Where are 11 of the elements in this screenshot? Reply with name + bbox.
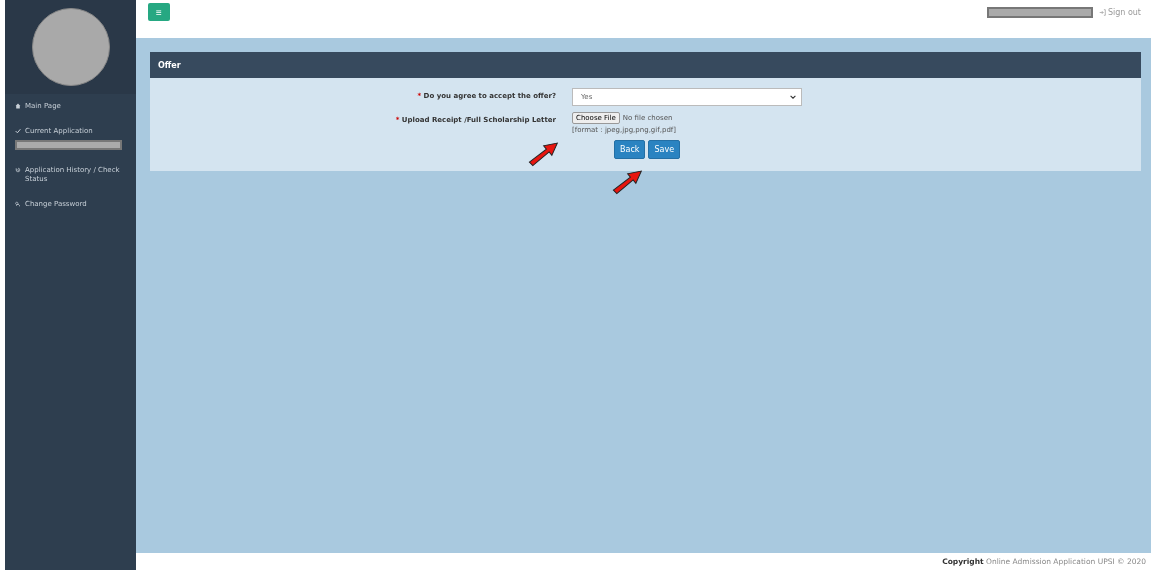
history-icon	[15, 167, 21, 173]
home-icon	[15, 103, 21, 109]
chevron-down-icon	[790, 95, 796, 99]
key-icon	[15, 201, 21, 207]
arrow-icon	[526, 140, 560, 168]
form-button[interactable]: Save	[648, 140, 681, 159]
arrow-icon	[610, 168, 644, 196]
form-button[interactable]: Back	[614, 140, 646, 159]
panel-title: Offer	[158, 60, 181, 70]
check-icon	[15, 128, 21, 134]
sign-out-icon	[1098, 8, 1106, 16]
